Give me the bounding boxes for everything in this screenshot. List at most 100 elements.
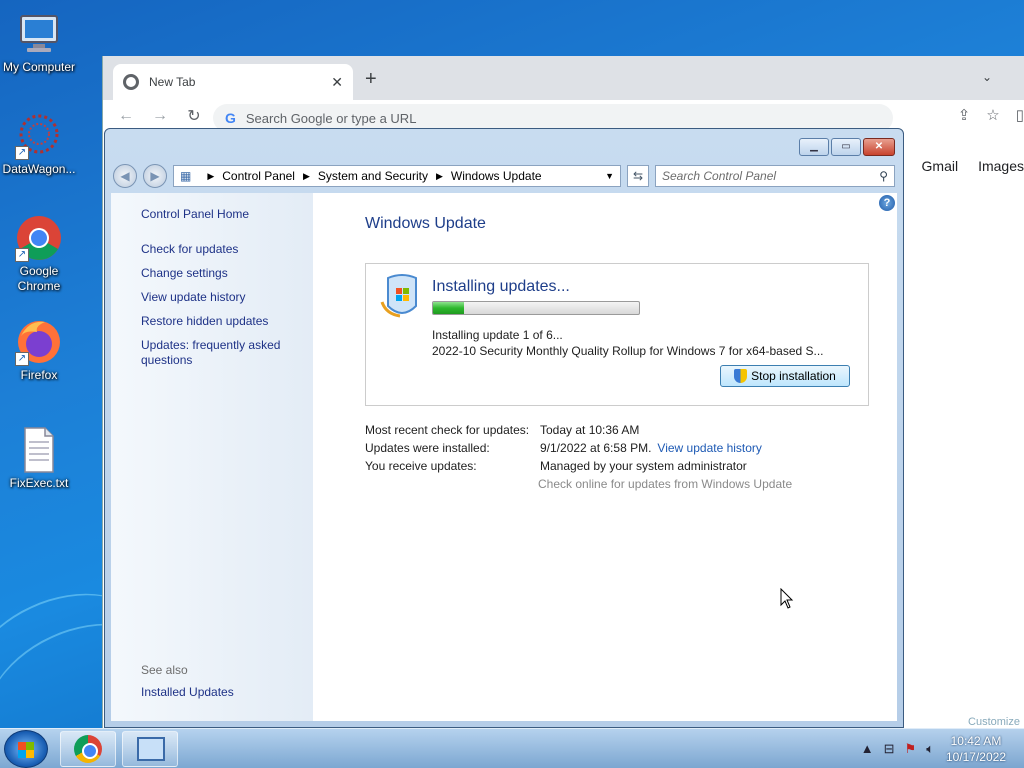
control-panel-window: ▁ ▭ ✕ ◀ ▶ ▦ ▶ Control Panel ▶ System and… [104,128,904,728]
close-button[interactable]: ✕ [863,138,895,156]
desktop-icon-label: My Computer [2,60,76,74]
control-panel-icon: ▦ [180,169,192,183]
change-settings-link[interactable]: Change settings [141,266,313,281]
minimize-button[interactable]: ▁ [799,138,829,156]
breadcrumb-windows-update[interactable]: Windows Update [451,169,542,183]
breadcrumb-system-and-security[interactable]: System and Security [318,169,428,183]
info-label: Updates were installed: [365,441,490,455]
info-label: Most recent check for updates: [365,423,530,437]
installing-update-name: 2022-10 Security Monthly Quality Rollup … [432,344,824,358]
volume-icon[interactable]: 🔈︎ [926,741,934,757]
clock-date: 10/17/2022 [945,750,1006,764]
taskbar: ▲ ⊟ ⚑ 🔈︎ 10:42 AM 10/17/2022 [0,728,1024,768]
page-title: Windows Update [365,215,486,232]
breadcrumb-chevron-icon[interactable]: ▶ [207,171,214,182]
address-bar[interactable]: ▦ ▶ Control Panel ▶ System and Security … [173,165,621,187]
action-center-flag-icon[interactable]: ⚑ [905,741,917,757]
show-hidden-icons-arrow-icon[interactable]: ▲ [861,741,874,757]
desktop-icon-firefox[interactable]: ↗ Firefox [0,318,78,383]
shortcut-arrow-icon: ↗ [15,352,29,366]
start-button[interactable] [4,730,48,768]
info-row-check-online: Check online for updates from Windows Up… [365,477,792,495]
installing-heading: Installing updates... [432,278,570,295]
desktop-icon-label: DataWagon... [2,162,76,176]
mouse-cursor-icon [780,587,794,613]
breadcrumb-chevron-icon[interactable]: ▶ [436,171,443,182]
info-value: 9/1/2022 at 6:58 PM. [540,441,652,455]
restore-hidden-updates-link[interactable]: Restore hidden updates [141,314,313,329]
windows-logo-icon [18,742,34,758]
system-tray: ▲ ⊟ ⚑ 🔈︎ [861,741,934,757]
installed-updates-link[interactable]: Installed Updates [141,685,234,699]
info-row-installed: Updates were installed: 9/1/2022 at 6:58… [365,441,792,459]
info-row-recent-check: Most recent check for updates: Today at … [365,423,792,441]
firefox-icon: ↗ [15,318,63,366]
forward-button[interactable]: ▶ [143,164,167,188]
check-for-updates-link[interactable]: Check for updates [141,242,313,257]
desktop-icon-google-chrome[interactable]: ↗ Google Chrome [0,214,78,294]
desktop-icon-datawagon[interactable]: ↗ DataWagon... [0,112,78,177]
update-status-panel: Installing updates... Installing update … [365,263,869,406]
chrome-icon: ↗ [15,214,63,262]
google-top-links: Gmail Images [922,158,1024,174]
side-panel-icon[interactable]: ▯ [1016,106,1024,124]
gmail-link[interactable]: Gmail [922,158,959,174]
windows-update-icon [380,272,424,322]
control-panel-home-link[interactable]: Control Panel Home [141,207,313,222]
see-also-label: See also [141,663,188,677]
desktop-icon-label: Firefox [20,368,58,382]
stop-installation-button[interactable]: Stop installation [720,365,850,387]
install-progress-bar [432,301,640,315]
customize-chrome-link[interactable]: Customize [968,716,1020,728]
clock-time: 10:42 AM [950,734,1002,748]
tab-search-chevron-icon[interactable]: ⌄ [982,70,992,84]
shortcut-arrow-icon: ↗ [15,248,29,262]
google-g-icon: G [225,110,236,126]
datawagon-icon: ↗ [15,112,63,160]
chrome-icon [74,735,102,763]
new-tab-plus-icon[interactable]: + [365,68,377,91]
view-update-history-inline-link[interactable]: View update history [657,441,762,459]
taskbar-clock[interactable]: 10:42 AM 10/17/2022 [946,733,1006,765]
info-value: Managed by your system administrator [540,459,747,473]
update-info: Most recent check for updates: Today at … [365,423,792,495]
bookmark-star-icon[interactable]: ☆ [986,106,999,124]
breadcrumb-chevron-icon[interactable]: ▶ [303,171,310,182]
desktop-icon-label: Google Chrome [17,264,61,293]
info-label: You receive updates: [365,459,477,473]
uac-shield-icon [734,369,748,383]
reload-icon[interactable]: ↻ [183,106,205,126]
shortcut-arrow-icon: ↗ [15,146,29,160]
chrome-tab-favicon-icon [123,74,139,90]
refresh-icon[interactable]: ⇆ [627,165,649,187]
search-control-panel-input[interactable]: Search Control Panel ⚲ [655,165,895,187]
progress-fill [433,302,464,314]
chrome-tab-new-tab[interactable]: New Tab ✕ [113,64,353,100]
control-panel-icon [137,737,165,761]
share-icon[interactable]: ⇪ [958,106,971,124]
info-value: Today at 10:36 AM [540,423,640,437]
forward-arrow-icon[interactable]: → [149,107,171,125]
desktop-icon-label: FixExec.txt [9,476,69,490]
close-tab-icon[interactable]: ✕ [331,74,343,91]
address-dropdown-icon[interactable]: ▼ [599,171,620,181]
text-file-icon [15,426,63,474]
info-row-receive: You receive updates: Managed by your sys… [365,459,792,477]
taskbar-chrome-button[interactable] [60,731,116,767]
images-link[interactable]: Images [978,158,1024,174]
view-update-history-link[interactable]: View update history [141,290,313,305]
desktop-icon-my-computer[interactable]: My Computer [0,10,78,75]
back-arrow-icon[interactable]: ← [115,107,137,125]
desktop-icon-fixexec-txt[interactable]: FixExec.txt [0,426,78,491]
help-icon[interactable]: ? [879,195,895,211]
maximize-button[interactable]: ▭ [831,138,861,156]
back-button[interactable]: ◀ [113,164,137,188]
network-icon[interactable]: ⊟ [884,741,895,757]
check-online-text: Check online for updates from Windows Up… [538,477,793,491]
taskbar-control-panel-button[interactable] [122,731,178,767]
stop-installation-label: Stop installation [751,369,836,383]
breadcrumb-control-panel[interactable]: Control Panel [222,169,295,183]
search-placeholder: Search Control Panel [662,169,777,183]
updates-faq-link[interactable]: Updates: frequently asked questions [141,338,291,368]
omnibox-placeholder: Search Google or type a URL [245,110,417,126]
